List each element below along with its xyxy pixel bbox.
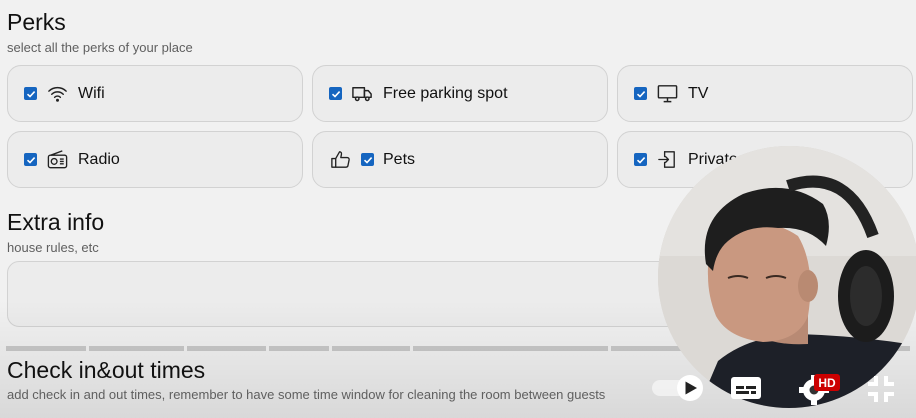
extra-info-heading: Extra info <box>7 209 105 235</box>
presenter-video-image <box>658 146 916 408</box>
check-icon <box>636 156 645 164</box>
perk-radio[interactable]: Radio <box>7 131 303 188</box>
exit-fullscreen-icon[interactable] <box>864 372 898 406</box>
check-icon <box>363 156 372 164</box>
perks-subtitle: select all the perks of your place <box>7 40 193 55</box>
progress-segment <box>6 346 86 351</box>
extra-info-textarea[interactable] <box>7 261 707 327</box>
check-icon <box>26 156 35 164</box>
check-icon <box>26 90 35 98</box>
progress-segment <box>88 346 184 351</box>
perk-label: Pets <box>383 150 416 168</box>
perk-label: Radio <box>78 150 120 168</box>
autoplay-toggle-icon[interactable] <box>650 373 706 403</box>
perk-pets[interactable]: Pets <box>312 131 608 188</box>
radio-checkbox[interactable] <box>24 153 37 166</box>
progress-segment <box>413 346 608 351</box>
progress-segment <box>332 346 411 351</box>
private-entrance-checkbox[interactable] <box>634 153 647 166</box>
perk-parking[interactable]: Free parking spot <box>312 65 608 122</box>
perk-wifi[interactable]: Wifi <box>7 65 303 122</box>
perks-heading: Perks <box>7 9 66 35</box>
thumbs-up-icon <box>329 148 352 171</box>
tv-checkbox[interactable] <box>634 87 647 100</box>
check-icon <box>636 90 645 98</box>
progress-segment <box>269 346 330 351</box>
webcam-overlay <box>658 146 916 408</box>
subtitles-icon[interactable] <box>728 374 764 402</box>
check-icon <box>331 90 340 98</box>
check-times-heading: Check in&out times <box>7 357 206 383</box>
radio-icon <box>46 148 69 171</box>
pets-checkbox[interactable] <box>361 153 374 166</box>
truck-icon <box>351 82 374 105</box>
form-page: Perks select all the perks of your place… <box>0 0 916 418</box>
progress-segment <box>186 346 267 351</box>
check-times-subtitle: add check in and out times, remember to … <box>7 387 606 402</box>
perk-label: Wifi <box>78 84 105 102</box>
tv-icon <box>656 82 679 105</box>
hd-badge: HD <box>814 374 840 391</box>
door-entrance-icon <box>656 148 679 171</box>
wifi-icon <box>46 82 69 105</box>
perk-tv[interactable]: TV <box>617 65 913 122</box>
perk-label: Free parking spot <box>383 84 508 102</box>
extra-info-subtitle: house rules, etc <box>7 240 99 255</box>
wifi-checkbox[interactable] <box>24 87 37 100</box>
parking-checkbox[interactable] <box>329 87 342 100</box>
perk-label: TV <box>688 84 709 102</box>
